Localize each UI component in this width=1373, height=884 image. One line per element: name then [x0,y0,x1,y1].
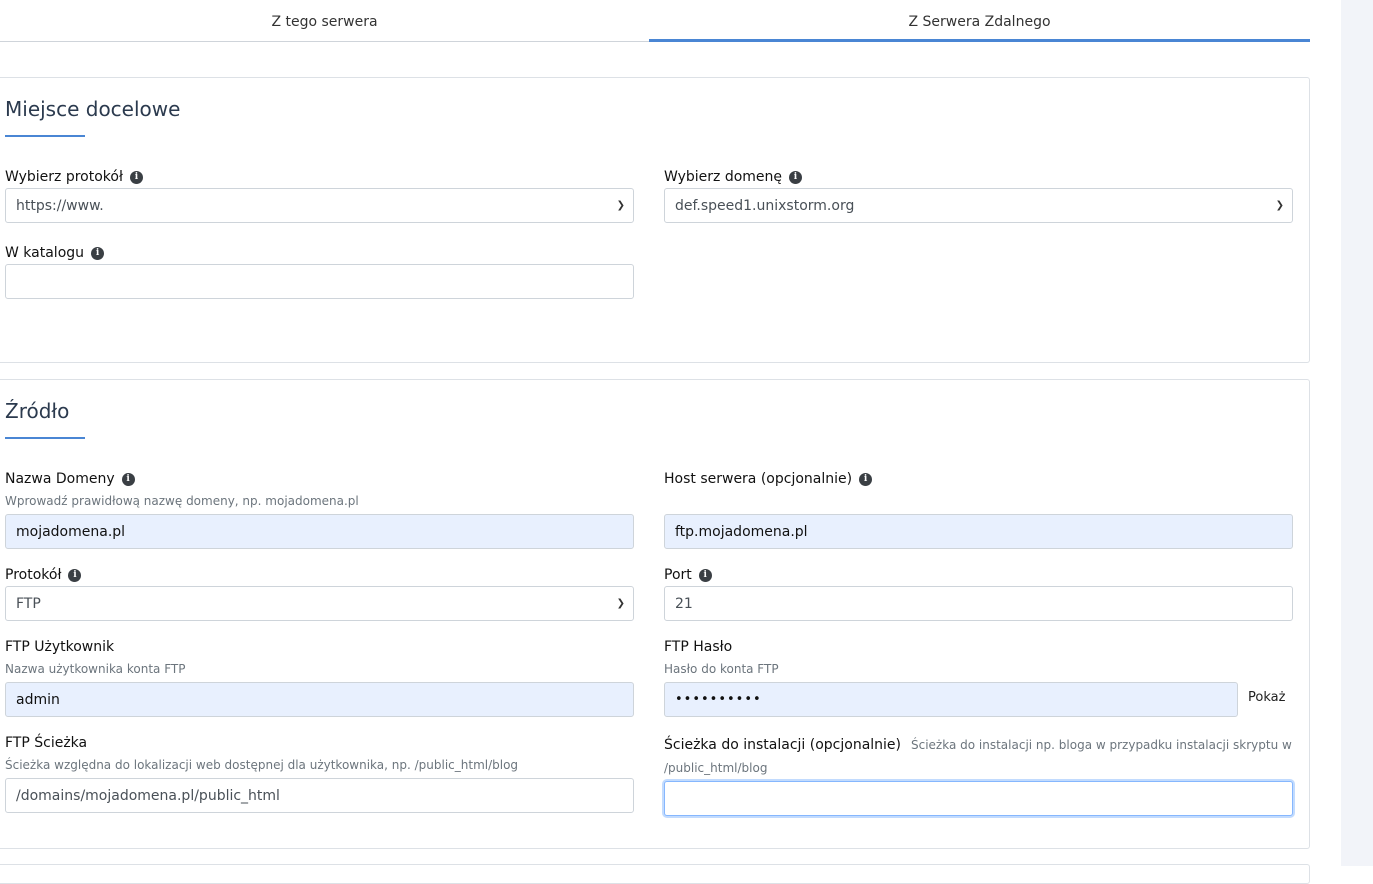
chevron-down-icon: ❯ [1275,200,1284,211]
source-domain-help: Wprowadź prawidłową nazwę domeny, np. mo… [5,494,359,508]
domain-label-text: Wybierz domenę [664,169,783,185]
source-protocol-label: Protokół i [5,566,82,584]
info-icon[interactable]: i [789,170,803,184]
ftp-path-label: FTP Ścieżka [5,735,88,751]
info-icon[interactable]: i [68,568,82,582]
show-password-button[interactable]: Pokaż [1248,690,1285,705]
ftp-user-input[interactable]: admin [5,682,634,717]
source-title: Źródło [5,399,70,423]
directory-label-text: W katalogu [5,245,85,261]
destination-title: Miejsce docelowe [5,97,181,121]
domain-label: Wybierz domenę i [664,168,803,186]
source-card: Źródło Nazwa Domeny i Wprowadź prawidłow… [0,379,1310,849]
title-underline [5,135,85,137]
source-protocol-label-text: Protokół [5,567,62,583]
ftp-path-input[interactable]: /domains/mojadomena.pl/public_html [5,778,634,813]
source-domain-label: Nazwa Domeny i [5,470,135,488]
ftp-user-help: Nazwa użytkownika konta FTP [5,662,186,676]
ftp-pass-label: FTP Hasło [664,639,733,655]
protocol-label: Wybierz protokół i [5,168,143,186]
directory-input[interactable] [5,264,634,299]
source-protocol-value: FTP [16,595,41,612]
host-label: Host serwera (opcjonalnie) i [664,470,873,488]
port-input[interactable]: 21 [664,586,1293,621]
info-icon[interactable]: i [698,568,712,582]
tab-local-server[interactable]: Z tego serwera [0,0,649,42]
title-underline [5,437,85,439]
destination-card: Miejsce docelowe Wybierz protokół i http… [0,77,1310,363]
ftp-user-label: FTP Użytkownik [5,639,115,655]
install-path-input[interactable] [664,781,1293,816]
ftp-pass-input[interactable]: •••••••••• [664,682,1238,717]
install-path-help-cont: /public_html/blog [664,761,768,775]
source-domain-label-text: Nazwa Domeny [5,471,115,487]
install-path-label: Ścieżka do instalacji (opcjonalnie) Ście… [664,736,1292,754]
domain-select[interactable]: def.speed1.unixstorm.org ❯ [664,188,1293,223]
chevron-down-icon: ❯ [616,200,625,211]
source-protocol-select[interactable]: FTP ❯ [5,586,634,621]
install-path-help: Ścieżka do instalacji np. bloga w przypa… [911,738,1292,752]
port-label-text: Port [664,567,692,583]
protocol-select-value: https://www. [16,197,104,214]
next-card [0,864,1310,884]
info-icon[interactable]: i [129,170,143,184]
install-path-label-text: Ścieżka do instalacji (opcjonalnie) [664,737,901,753]
source-domain-input[interactable]: mojadomena.pl [5,514,634,549]
right-sidebar [1341,0,1373,866]
directory-label: W katalogu i [5,244,105,262]
info-icon[interactable]: i [121,472,135,486]
protocol-label-text: Wybierz protokół [5,169,123,185]
protocol-select[interactable]: https://www. ❯ [5,188,634,223]
ftp-pass-help: Hasło do konta FTP [664,662,779,676]
info-icon[interactable]: i [859,472,873,486]
tab-bar: Z tego serwera Z Serwera Zdalnego [0,0,1310,42]
ftp-path-help: Ścieżka względna do lokalizacji web dost… [5,758,519,772]
host-label-text: Host serwera (opcjonalnie) [664,471,853,487]
domain-select-value: def.speed1.unixstorm.org [675,197,855,214]
port-label: Port i [664,566,712,584]
ftp-pass-value: •••••••••• [675,692,762,707]
info-icon[interactable]: i [91,246,105,260]
tab-remote-server[interactable]: Z Serwera Zdalnego [649,0,1310,42]
host-input[interactable]: ftp.mojadomena.pl [664,514,1293,549]
chevron-down-icon: ❯ [616,598,625,609]
